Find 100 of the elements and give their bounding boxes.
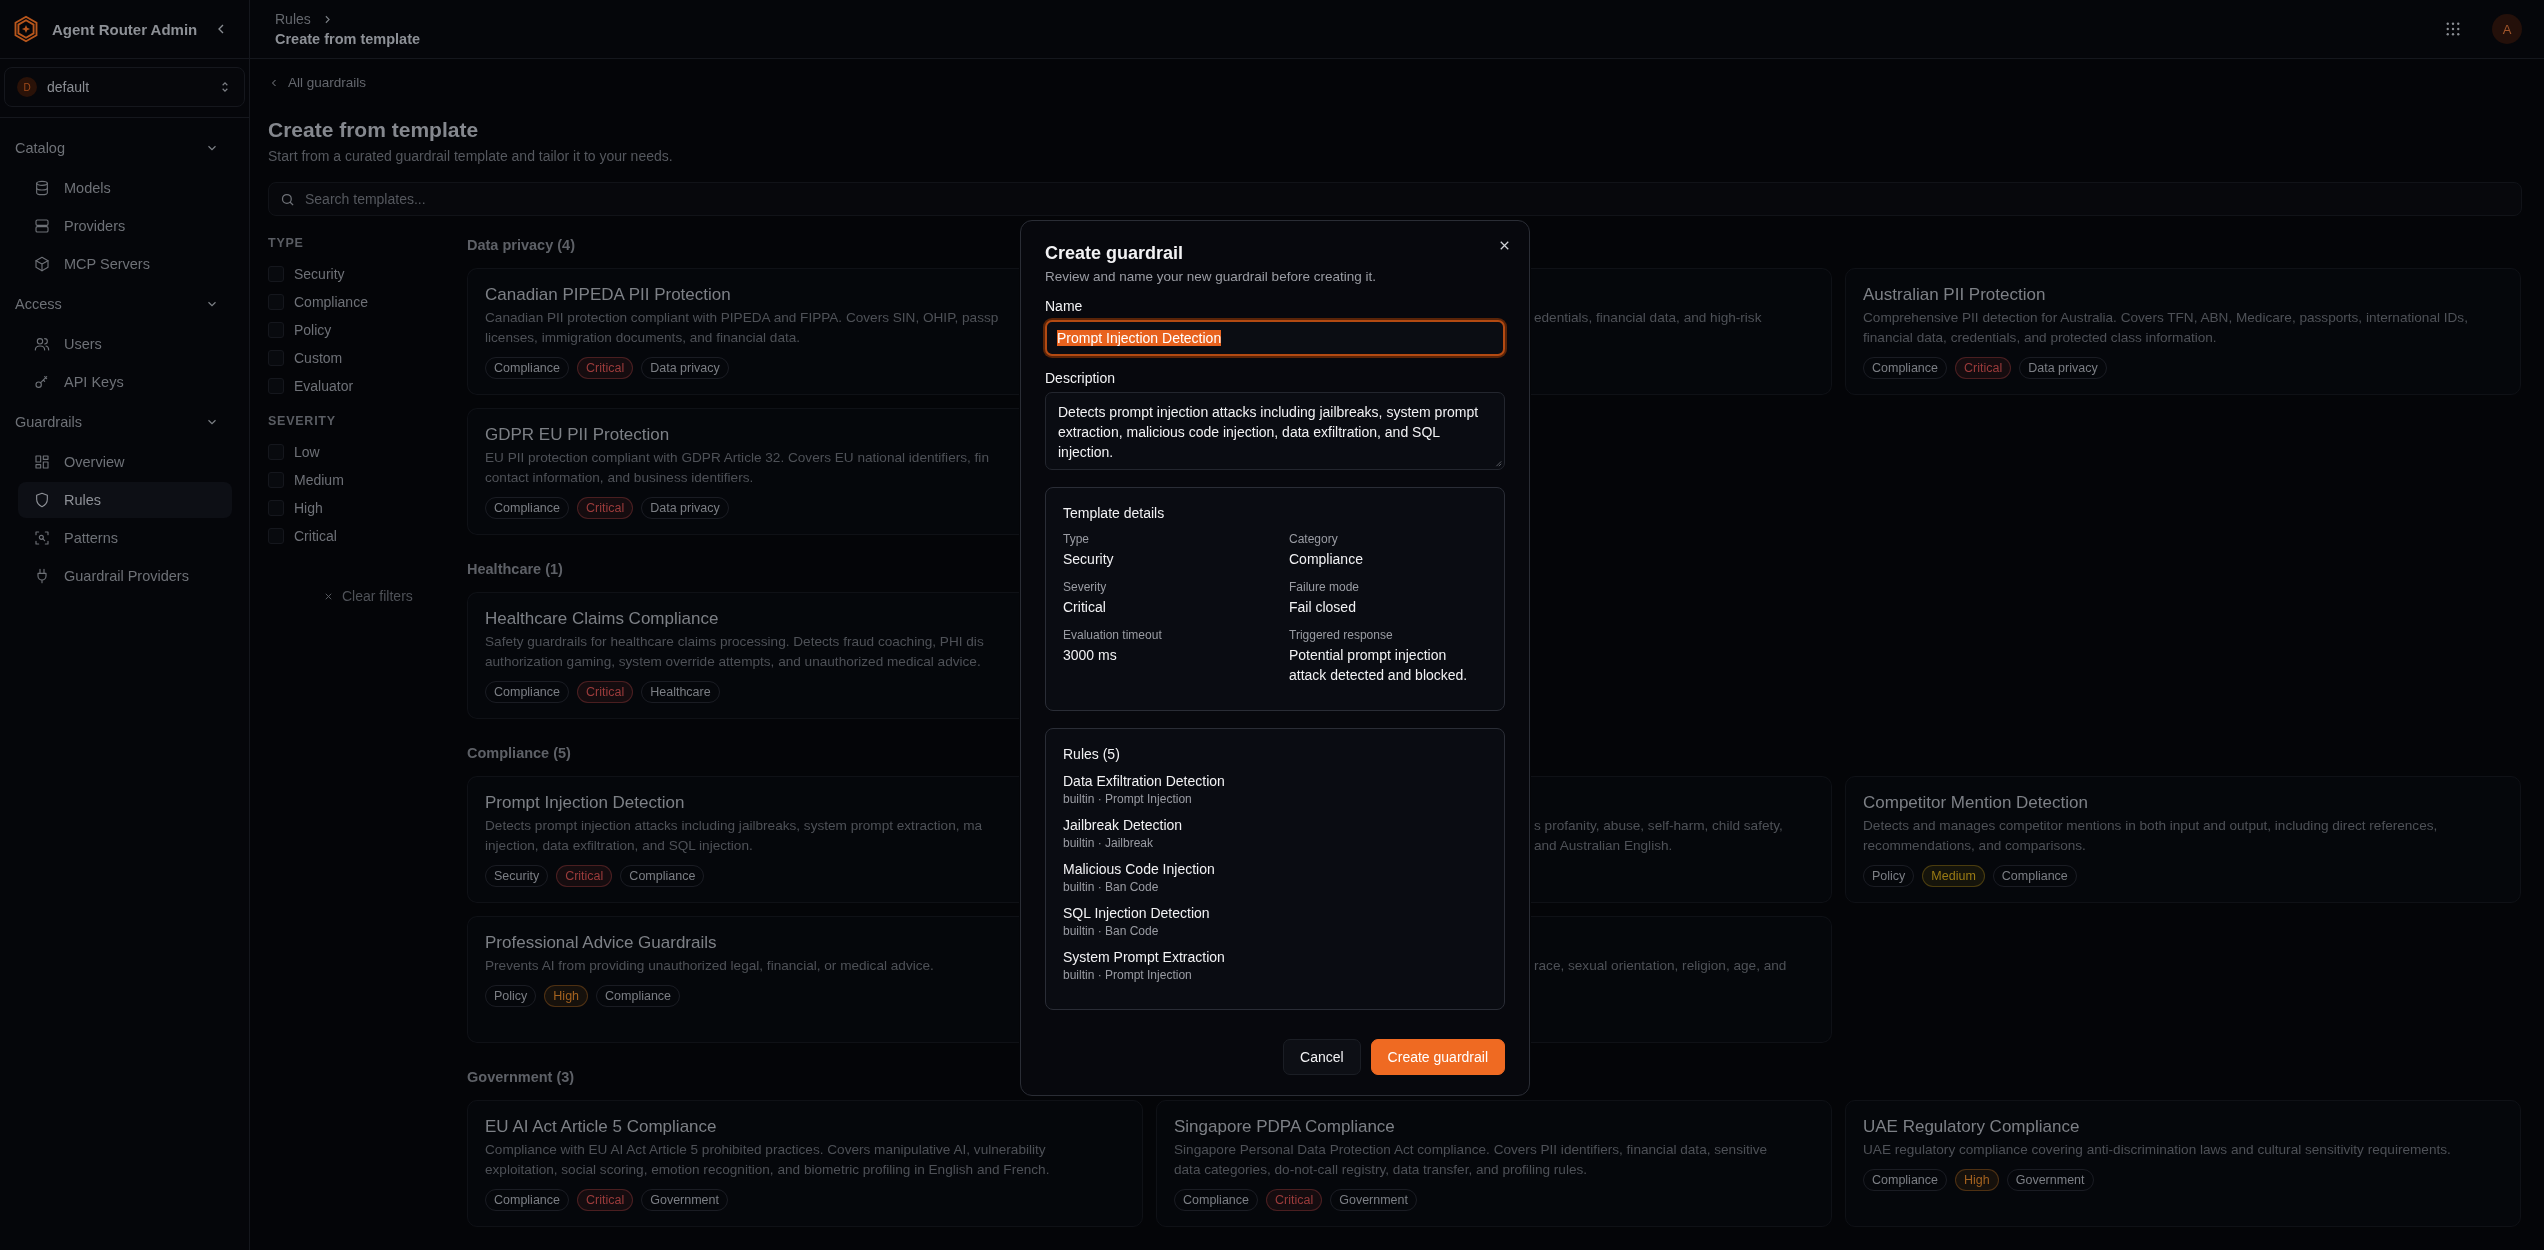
card-description: race, sexual orientation, religion, age, and [1534,957,1787,975]
rule-meta: builtin · Jailbreak [1063,835,1155,852]
section-heading: Compliance (5) [467,744,571,762]
card-title: Australian PII Protection [1863,284,2046,306]
rule-meta: builtin · Ban Code [1063,879,1160,896]
template-card[interactable]: edentials, financial data, and high-risk [1531,268,1832,395]
nav-item[interactable]: Models [18,170,232,206]
detail-value: 3000 ms [1063,646,1118,665]
card-title: EU AI Act Article 5 Compliance [485,1116,717,1138]
template-card[interactable]: Prompt Injection Detection Detects prompt injection attacks including jailbreaks, system prompt extraction, ma injection, data exfiltration, and SQL injection. Security Critical Compliance [467,776,1019,903]
clear-filters-button[interactable]: Clear filters [323,588,413,604]
card-title: GDPR EU PII Protection [485,424,670,446]
dashboard-icon [34,454,50,470]
resize-handle-icon[interactable] [1494,459,1502,467]
breadcrumb-current: Create from template [275,31,421,47]
name-field[interactable]: Prompt Injection Detection [1045,320,1505,356]
nav-section-header[interactable]: Access [0,284,249,324]
user-avatar[interactable]: A [2492,14,2522,44]
filter-option-label[interactable]: Compliance [294,294,368,310]
detail-value: Compliance [1289,550,1364,569]
rule-name: System Prompt Extraction [1063,948,1226,967]
template-tag: Critical [556,865,613,887]
rule-name: Jailbreak Detection [1063,816,1184,835]
template-tag: Critical [1955,357,2012,379]
filter-heading: TYPE [268,236,305,252]
nav-item[interactable]: Overview [18,444,232,480]
nav-item[interactable]: Patterns [18,520,232,556]
nav-item[interactable]: Guardrail Providers [18,558,232,594]
field-label: Name [1045,298,1084,314]
section-heading: Data privacy (4) [467,236,575,254]
card-description: Detects and manages competitor mentions in both input and output, including direct references, recommendations, and comparisons. [1863,817,2438,855]
template-card[interactable]: Competitor Mention Detection Detects and manages competitor mentions in both input and output, including direct references, recommendations, and comparisons. Policy Medium Compliance [1845,776,2521,903]
detail-value: Critical [1063,598,1107,617]
card-title: Prompt Injection Detection [485,792,685,814]
nav-item[interactable]: MCP Servers [18,246,232,282]
detail-value: Fail closed [1289,598,1357,617]
card-description: Safety guardrails for healthcare claims processing. Detects fraud coaching, PHI dis authorization gaming, system override attempts, and unauthorized medical advice. [485,633,984,671]
users-icon [34,336,50,352]
template-card[interactable]: UAE Regulatory Compliance UAE regulatory compliance covering anti-discrimination laws and cultural sensitivity requirements. Compliance High Government [1845,1100,2521,1227]
template-tag: Critical [577,681,634,703]
card-title: Healthcare Claims Compliance [485,608,719,630]
cancel-button[interactable]: Cancel [1283,1039,1361,1075]
card-description: Detects prompt injection attacks including jailbreaks, system prompt extraction, ma injection, data exfiltration, and SQL injection. [485,817,983,855]
database-icon [34,180,50,196]
app-title: Agent Router Admin [52,20,199,38]
nav-item[interactable]: Providers [18,208,232,244]
detail-label: Type [1063,531,1090,547]
template-card[interactable]: Professional Advice Guardrails Prevents AI from providing unauthorized legal, financial, or medical advice. Policy High Compliance [467,916,1019,1043]
card-description: edentials, financial data, and high-risk [1534,309,1762,327]
nav-item[interactable]: Users [18,326,232,362]
nav-item[interactable]: Rules [18,482,232,518]
detail-value: Security [1063,550,1115,569]
nav-item[interactable]: API Keys [18,364,232,400]
template-card[interactable]: race, sexual orientation, religion, age, and [1531,916,1832,1043]
card-description: s profanity, abuse, self-harm, child safety, and Australian English. [1534,817,1783,855]
cube-icon [34,256,50,272]
filter-option-label[interactable]: Critical [294,528,337,544]
template-card[interactable] [467,1100,1143,1227]
hexagon-logo-icon [12,15,40,43]
key-icon [34,374,50,390]
filter-option-label[interactable]: High [294,500,323,516]
detail-value: Potential prompt injection attack detected and blocked. [1289,646,1469,685]
description-field[interactable]: Detects prompt injection attacks including jailbreaks, system prompt extraction, malicious code injection, data exfiltration, and SQL injection. [1045,392,1505,470]
section-heading: Government (3) [467,1068,575,1086]
template-card[interactable] [467,592,1019,719]
filter-option-label[interactable]: Policy [294,322,332,338]
detail-label: Severity [1063,579,1108,595]
page-subtitle: Start from a curated guardrail template and tailor it to your needs. [268,148,674,164]
workspace-selector[interactable]: D default [4,67,245,107]
filter-option-label[interactable]: Low [294,444,320,460]
filter-option-label[interactable]: Evaluator [294,378,354,394]
template-tag: Critical [577,357,634,379]
rule-meta: builtin · Prompt Injection [1063,967,1193,984]
back-link[interactable]: All guardrails [268,75,367,90]
template-tag: High [544,985,589,1007]
filter-option-label[interactable]: Medium [294,472,344,488]
nav-section-header[interactable]: Guardrails [0,402,249,442]
section-heading: Healthcare (1) [467,560,563,578]
create-guardrail-button[interactable]: Create guardrail [1370,1039,1505,1075]
card-title: Competitor Mention Detection [1863,792,2088,814]
search-field[interactable]: Search templates... [268,182,2522,216]
detail-label: Failure mode [1289,579,1361,595]
template-card[interactable] [1845,268,2521,395]
template-card[interactable] [1156,1100,1832,1227]
template-tag: Critical [577,497,634,519]
scan-icon [34,530,50,546]
apps-grid-icon[interactable] [2444,20,2462,38]
template-card[interactable]: Canadian PIPEDA PII Protection Canadian PII protection compliant with PIPEDA and FIPPA. Covers SIN, OHIP, passp licenses, immigration documents, and financial data. Compliance Critical Data privacy [467,268,1019,395]
server-icon [34,218,50,234]
detail-label: Category [1289,531,1339,547]
breadcrumb-link[interactable]: Rules [275,11,311,27]
template-card[interactable]: GDPR EU PII Protection EU PII protection compliant with GDPR Article 32. Covers EU national identifiers, fin contact information, and business identifiers. Compliance Critical Data privacy [467,408,1019,535]
card-description: Compliance with EU AI Act Article 5 prohibited practices. Covers manipulative AI, vulnerability exploitation, social scoring, emotion recognition, and biometric profiling in English and French. [485,1141,1050,1179]
filter-option-label[interactable]: Security [294,266,345,282]
nav-section-header[interactable]: Catalog [0,128,249,168]
filter-option-label[interactable]: Custom [294,350,343,366]
card-title: Canadian PIPEDA PII Protection [485,284,731,306]
template-tag: High [1955,1169,1999,1191]
dialog-title: Create guardrail [1045,242,1185,265]
template-card[interactable]: s profanity, abuse, self-harm, child safety, and Australian English. [1531,776,1832,903]
